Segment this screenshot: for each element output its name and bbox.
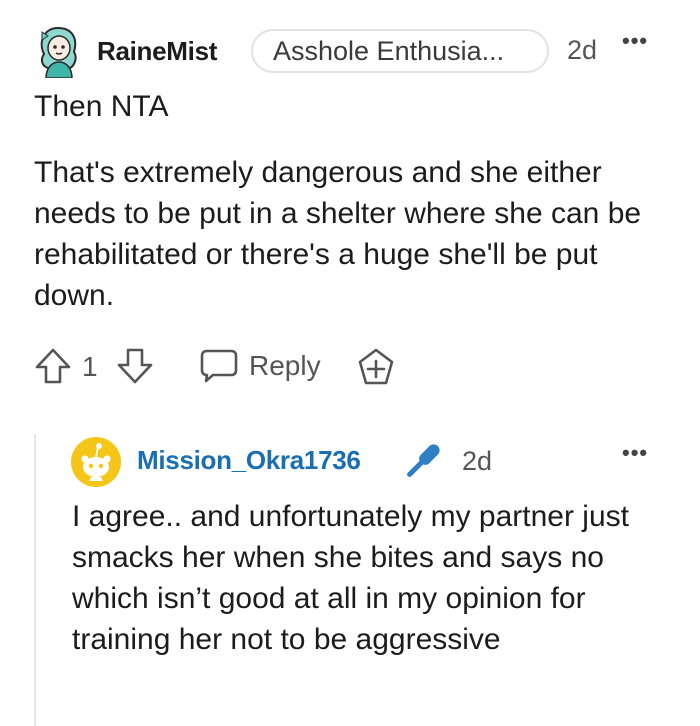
comment-timestamp: 2d xyxy=(567,35,598,65)
thread-line[interactable] xyxy=(34,434,36,726)
avatar-icon xyxy=(40,26,77,79)
more-options-icon[interactable]: ••• xyxy=(622,28,648,54)
comment-username[interactable]: RaineMist xyxy=(97,36,217,67)
upvote-icon[interactable] xyxy=(34,347,72,385)
reply-button[interactable]: Reply xyxy=(249,350,321,382)
comment-text-line: Then NTA xyxy=(34,90,169,123)
comment-text-body: That's extremely dangerous and she eithe… xyxy=(34,156,642,312)
user-flair: Asshole Enthusia... xyxy=(251,29,549,73)
downvote-icon[interactable] xyxy=(116,347,154,385)
vote-count: 1 xyxy=(82,351,98,382)
snoo-avatar-icon xyxy=(71,437,121,487)
reply-username[interactable]: Mission_Okra1736 xyxy=(137,445,361,476)
award-plus-icon[interactable] xyxy=(356,347,396,387)
reply-more-options-icon[interactable]: ••• xyxy=(622,440,648,466)
comment-actions: 1 Reply xyxy=(34,345,454,387)
reply-text-body: I agree.. and unfortunately my partner j… xyxy=(72,500,629,656)
reply-bubble-icon[interactable] xyxy=(199,348,239,384)
reply-user-avatar[interactable] xyxy=(71,437,121,487)
user-avatar[interactable] xyxy=(34,24,84,79)
microphone-icon xyxy=(407,444,440,477)
reply-timestamp: 2d xyxy=(462,446,493,476)
